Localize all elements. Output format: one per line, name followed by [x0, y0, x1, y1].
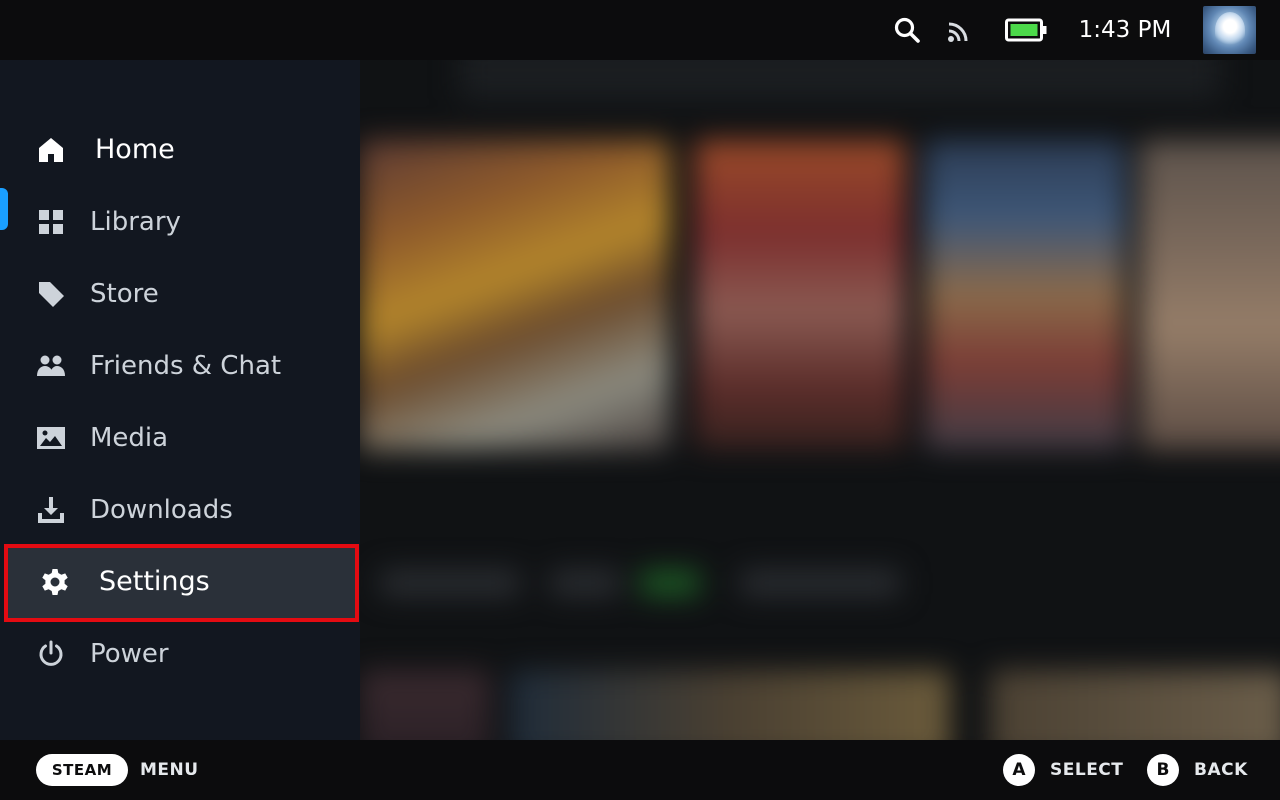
- sidebar-item-friends[interactable]: Friends & Chat: [0, 330, 360, 402]
- blurred-tab: [380, 570, 520, 596]
- download-icon: [36, 495, 66, 525]
- blurred-tab: [740, 570, 900, 596]
- button-hints-bar: STEAM MENU A SELECT B BACK: [0, 740, 1280, 800]
- sidebar-item-settings[interactable]: Settings: [4, 544, 359, 622]
- clock: 1:43 PM: [1078, 17, 1172, 43]
- image-icon: [36, 423, 66, 453]
- battery-icon: [1005, 18, 1047, 42]
- sidebar-item-power[interactable]: Power: [0, 618, 360, 690]
- power-icon: [36, 639, 66, 669]
- user-avatar[interactable]: [1203, 6, 1256, 54]
- steam-button[interactable]: STEAM: [36, 754, 128, 786]
- select-hint-label: SELECT: [1050, 760, 1124, 780]
- game-tile: [695, 140, 905, 450]
- game-tile: [360, 140, 670, 450]
- menu-hint-label: MENU: [140, 760, 199, 780]
- sidebar-item-label: Library: [90, 207, 181, 237]
- main-menu-sidebar: Home Library Store Friends & Chat Media …: [0, 60, 360, 740]
- sidebar-item-label: Media: [90, 423, 169, 453]
- game-tile: [510, 670, 950, 740]
- sidebar-item-label: Friends & Chat: [90, 351, 282, 381]
- game-tile: [990, 670, 1280, 740]
- tag-icon: [36, 279, 66, 309]
- game-tile: [360, 670, 490, 740]
- blurred-header-band: [460, 60, 1220, 100]
- blurred-tab: [550, 570, 620, 596]
- game-tile: [925, 140, 1125, 450]
- search-icon[interactable]: [893, 16, 921, 44]
- blurred-backdrop: [360, 60, 1280, 740]
- sidebar-item-label: Store: [90, 279, 159, 309]
- status-bar: 1:43 PM: [0, 0, 1280, 60]
- grid-icon: [36, 207, 66, 237]
- sidebar-item-downloads[interactable]: Downloads: [0, 474, 360, 546]
- sidebar-item-label: Power: [90, 639, 169, 669]
- sidebar-item-store[interactable]: Store: [0, 258, 360, 330]
- back-hint-label: BACK: [1194, 760, 1248, 780]
- sidebar-item-label: Settings: [99, 566, 210, 597]
- sidebar-item-label: Home: [95, 134, 175, 165]
- a-button[interactable]: A: [1003, 754, 1035, 786]
- cast-icon: [946, 18, 974, 44]
- sidebar-item-label: Downloads: [90, 495, 233, 525]
- sidebar-item-media[interactable]: Media: [0, 402, 360, 474]
- sidebar-item-home[interactable]: Home: [0, 114, 360, 186]
- home-icon: [36, 135, 66, 165]
- blurred-tab: [640, 570, 700, 596]
- sidebar-item-library[interactable]: Library: [0, 186, 360, 258]
- friends-icon: [36, 351, 66, 381]
- game-tile: [1140, 140, 1280, 450]
- gear-icon: [40, 567, 70, 597]
- b-button[interactable]: B: [1147, 754, 1179, 786]
- blurred-home-content: [360, 60, 1280, 740]
